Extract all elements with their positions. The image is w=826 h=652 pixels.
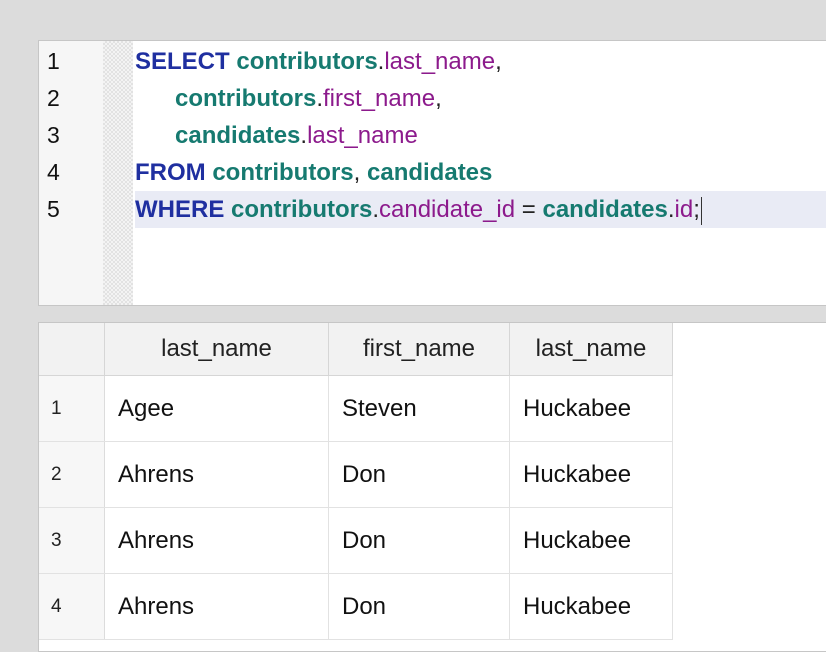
table-cell[interactable]: Don [329,442,510,507]
table-row[interactable]: 1 Agee Steven Huckabee [39,376,673,442]
code-line-5[interactable]: WHERE contributors.candidate_id = candid… [135,191,826,228]
line-number: 2 [47,85,60,111]
table-cell[interactable]: Huckabee [510,508,673,573]
sql-table-name: contributors [231,196,373,223]
table-cell[interactable]: Ahrens [105,442,329,507]
table-cell[interactable]: Ahrens [105,574,329,639]
text-cursor [700,196,702,225]
row-number-header [39,323,105,375]
sql-table-name: candidates [367,159,493,186]
row-number: 1 [39,376,105,441]
row-number: 2 [39,442,105,507]
sql-punctuation: , [435,85,442,112]
sql-table-name: contributors [175,85,317,112]
line-number-gutter: 1 2 3 4 5 [39,41,104,305]
table-row[interactable]: 4 Ahrens Don Huckabee [39,574,673,640]
sql-editor[interactable]: 1 2 3 4 5 SELECT contributors.last_name,… [38,40,826,306]
sql-keyword: FROM [135,159,213,186]
code-line-4[interactable]: FROM contributors, candidates [135,154,826,191]
sql-punctuation: . [316,85,324,112]
sql-punctuation: . [372,196,379,223]
table-cell[interactable]: Huckabee [510,376,673,441]
sql-column-name: last_name [307,122,418,149]
sql-table-name: contributors [236,48,378,75]
line-number: 1 [47,48,60,74]
sql-column-name: id [674,196,694,223]
sql-punctuation [135,122,175,149]
table-cell[interactable]: Don [329,574,510,639]
sql-punctuation: , [353,159,367,186]
sql-table-name: contributors [212,159,354,186]
row-number: 3 [39,508,105,573]
row-number: 4 [39,574,105,639]
table-cell[interactable]: Agee [105,376,329,441]
sql-keyword: SELECT [135,48,237,75]
sql-table-name: candidates [542,196,668,223]
sql-punctuation: , [495,48,502,75]
sql-punctuation: . [667,196,675,223]
table-cell[interactable]: Huckabee [510,442,673,507]
fold-margin [103,41,133,305]
sql-table-name: candidates [175,122,301,149]
sql-keyword: WHERE [135,196,231,223]
code-line-2[interactable]: contributors.first_name, [135,80,826,117]
line-number: 3 [47,122,60,148]
sql-column-name: last_name [384,48,496,75]
sql-column-name: candidate_id [379,196,516,223]
grid-header: last_name first_name last_name [39,323,673,376]
table-cell[interactable]: Don [329,508,510,573]
code-line-1[interactable]: SELECT contributors.last_name, [135,43,826,80]
sql-column-name: first_name [323,85,436,112]
table-row[interactable]: 3 Ahrens Don Huckabee [39,508,673,574]
code-line-3[interactable]: candidates.last_name [135,117,826,154]
results-grid[interactable]: last_name first_name last_name 1 Agee St… [38,322,826,652]
column-header-last-name-2[interactable]: last_name [510,323,673,375]
line-number: 5 [47,196,60,222]
table-cell[interactable]: Ahrens [105,508,329,573]
sql-punctuation: = [515,196,543,223]
sql-punctuation [135,85,175,112]
table-cell[interactable]: Steven [329,376,510,441]
line-number: 4 [47,159,60,185]
column-header-last-name[interactable]: last_name [105,323,329,375]
table-cell[interactable]: Huckabee [510,574,673,639]
column-header-first-name[interactable]: first_name [329,323,510,375]
table-row[interactable]: 2 Ahrens Don Huckabee [39,442,673,508]
sql-punctuation: ; [693,196,700,223]
